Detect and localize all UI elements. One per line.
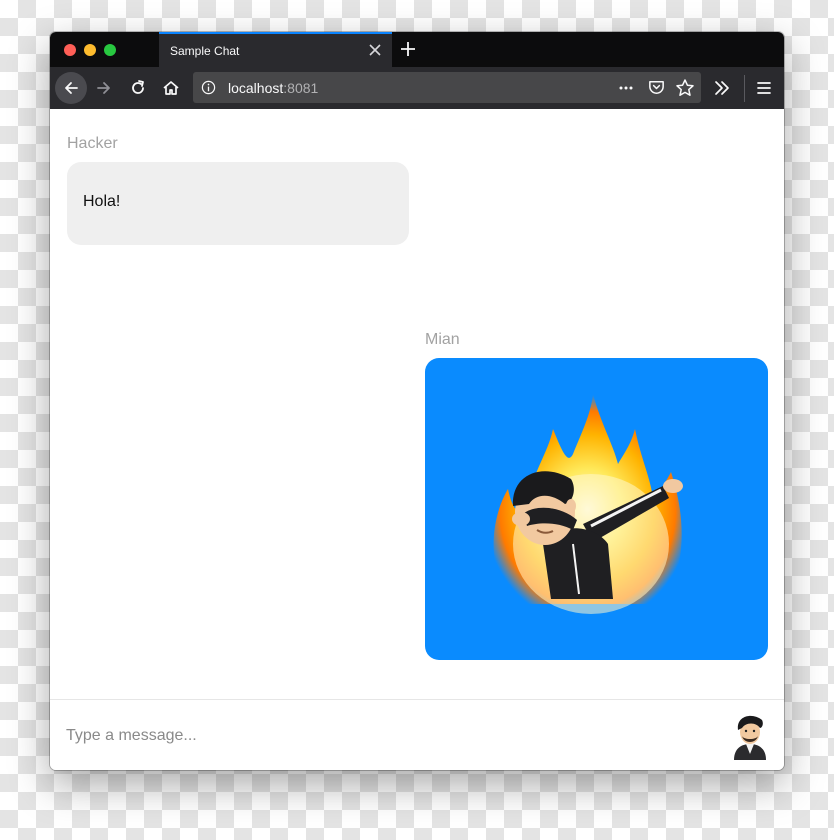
user-avatar-icon[interactable] bbox=[730, 710, 770, 760]
url-text[interactable]: localhost:8081 bbox=[228, 80, 318, 96]
message-input[interactable] bbox=[66, 724, 706, 748]
back-arrow-icon bbox=[65, 82, 78, 94]
message-composer bbox=[50, 699, 784, 770]
info-icon[interactable] bbox=[201, 80, 216, 95]
window-close-button[interactable] bbox=[64, 44, 76, 56]
chevron-double-right-icon[interactable] bbox=[712, 78, 732, 98]
sender-name: Hacker bbox=[67, 135, 118, 152]
navigation-toolbar: localhost:8081 bbox=[50, 67, 784, 110]
reload-button[interactable] bbox=[122, 72, 154, 104]
url-bar[interactable]: localhost:8081 bbox=[193, 72, 701, 103]
star-icon[interactable] bbox=[675, 78, 695, 98]
message-text: Hola! bbox=[83, 193, 121, 210]
browser-window: Sample Chat localhost:8081 Hacker Hola! … bbox=[50, 32, 784, 770]
tab-bar: Sample Chat bbox=[50, 32, 784, 67]
forward-arrow-icon bbox=[97, 82, 110, 94]
reload-icon bbox=[132, 80, 144, 94]
plus-icon[interactable] bbox=[398, 39, 418, 59]
outgoing-message-bubble bbox=[425, 358, 768, 660]
close-icon[interactable] bbox=[366, 41, 384, 59]
incoming-message-bubble: Hola! bbox=[67, 162, 409, 245]
home-icon bbox=[163, 81, 179, 95]
sender-name: Mian bbox=[425, 331, 460, 348]
more-dots-icon[interactable] bbox=[617, 79, 635, 97]
tab-title: Sample Chat bbox=[170, 44, 240, 58]
window-minimize-button[interactable] bbox=[84, 44, 96, 56]
window-maximize-button[interactable] bbox=[104, 44, 116, 56]
dabbing-avatar-fire-sticker bbox=[493, 394, 683, 614]
url-port: :8081 bbox=[283, 80, 319, 96]
pocket-icon[interactable] bbox=[647, 78, 666, 97]
home-button[interactable] bbox=[155, 72, 187, 104]
forward-button[interactable] bbox=[88, 72, 120, 104]
url-host: localhost bbox=[228, 80, 284, 96]
chat-messages: Hacker Hola! Mian bbox=[50, 109, 784, 699]
hamburger-menu-icon[interactable] bbox=[754, 78, 774, 98]
tab-sample-chat[interactable]: Sample Chat bbox=[159, 32, 392, 67]
toolbar-separator bbox=[744, 75, 745, 102]
back-button[interactable] bbox=[55, 72, 87, 104]
